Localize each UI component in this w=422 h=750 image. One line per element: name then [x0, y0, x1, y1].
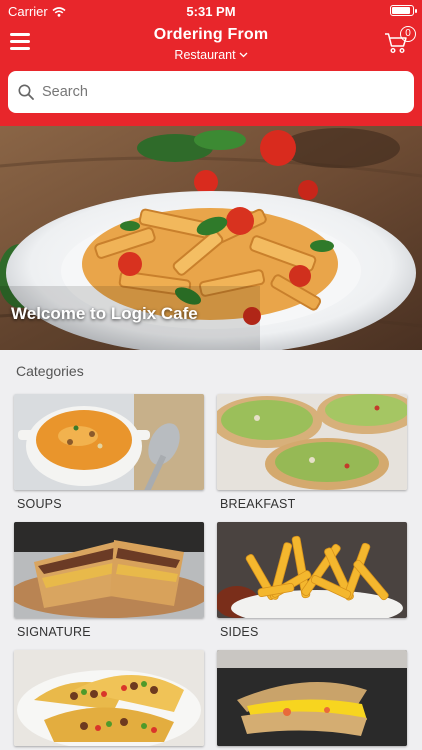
search-input[interactable]: [42, 84, 382, 100]
category-label: SOUPS: [17, 497, 62, 511]
restaurant-selector-label: Restaurant: [174, 48, 236, 62]
category-card-quesadilla[interactable]: [217, 650, 407, 750]
categories-heading: Categories: [16, 363, 84, 379]
category-label: BREAKFAST: [220, 497, 296, 511]
tacos-image: [14, 650, 204, 746]
category-card-soups[interactable]: SOUPS: [14, 394, 204, 511]
page-title: Ordering From: [153, 26, 269, 43]
restaurant-selector[interactable]: Restaurant: [174, 48, 248, 62]
cart-button[interactable]: 0: [384, 26, 416, 56]
category-card-tacos[interactable]: [14, 650, 204, 750]
search-bar[interactable]: [8, 71, 414, 113]
signature-image: [14, 522, 204, 618]
header-title-block: Ordering From Restaurant: [100, 26, 322, 64]
category-label: SIDES: [220, 625, 259, 639]
breakfast-image: [217, 394, 407, 490]
soups-image: [14, 394, 204, 490]
hero-title: Welcome to Logix Cafe: [11, 304, 198, 323]
sides-image: [217, 522, 407, 618]
quesadilla-image: [217, 650, 407, 746]
search-icon: [18, 84, 34, 100]
categories-section: Categories SOUPS BREAKFAST SIGNATURE SID…: [0, 350, 422, 750]
hero-banner[interactable]: Welcome to Logix Cafe: [0, 126, 422, 350]
category-card-breakfast[interactable]: BREAKFAST: [217, 394, 407, 511]
chevron-down-icon: [239, 52, 248, 58]
hamburger-menu-icon[interactable]: [10, 33, 32, 51]
status-bar: Carrier 5:31 PM: [0, 0, 422, 22]
battery-icon: [390, 5, 417, 16]
category-label: SIGNATURE: [17, 625, 91, 639]
cart-count-badge: 0: [400, 26, 416, 42]
category-card-signature[interactable]: SIGNATURE: [14, 522, 204, 639]
status-time: 5:31 PM: [186, 4, 236, 19]
category-card-sides[interactable]: SIDES: [217, 522, 407, 639]
app-header: Carrier 5:31 PM Ordering From Restaurant: [0, 0, 422, 126]
